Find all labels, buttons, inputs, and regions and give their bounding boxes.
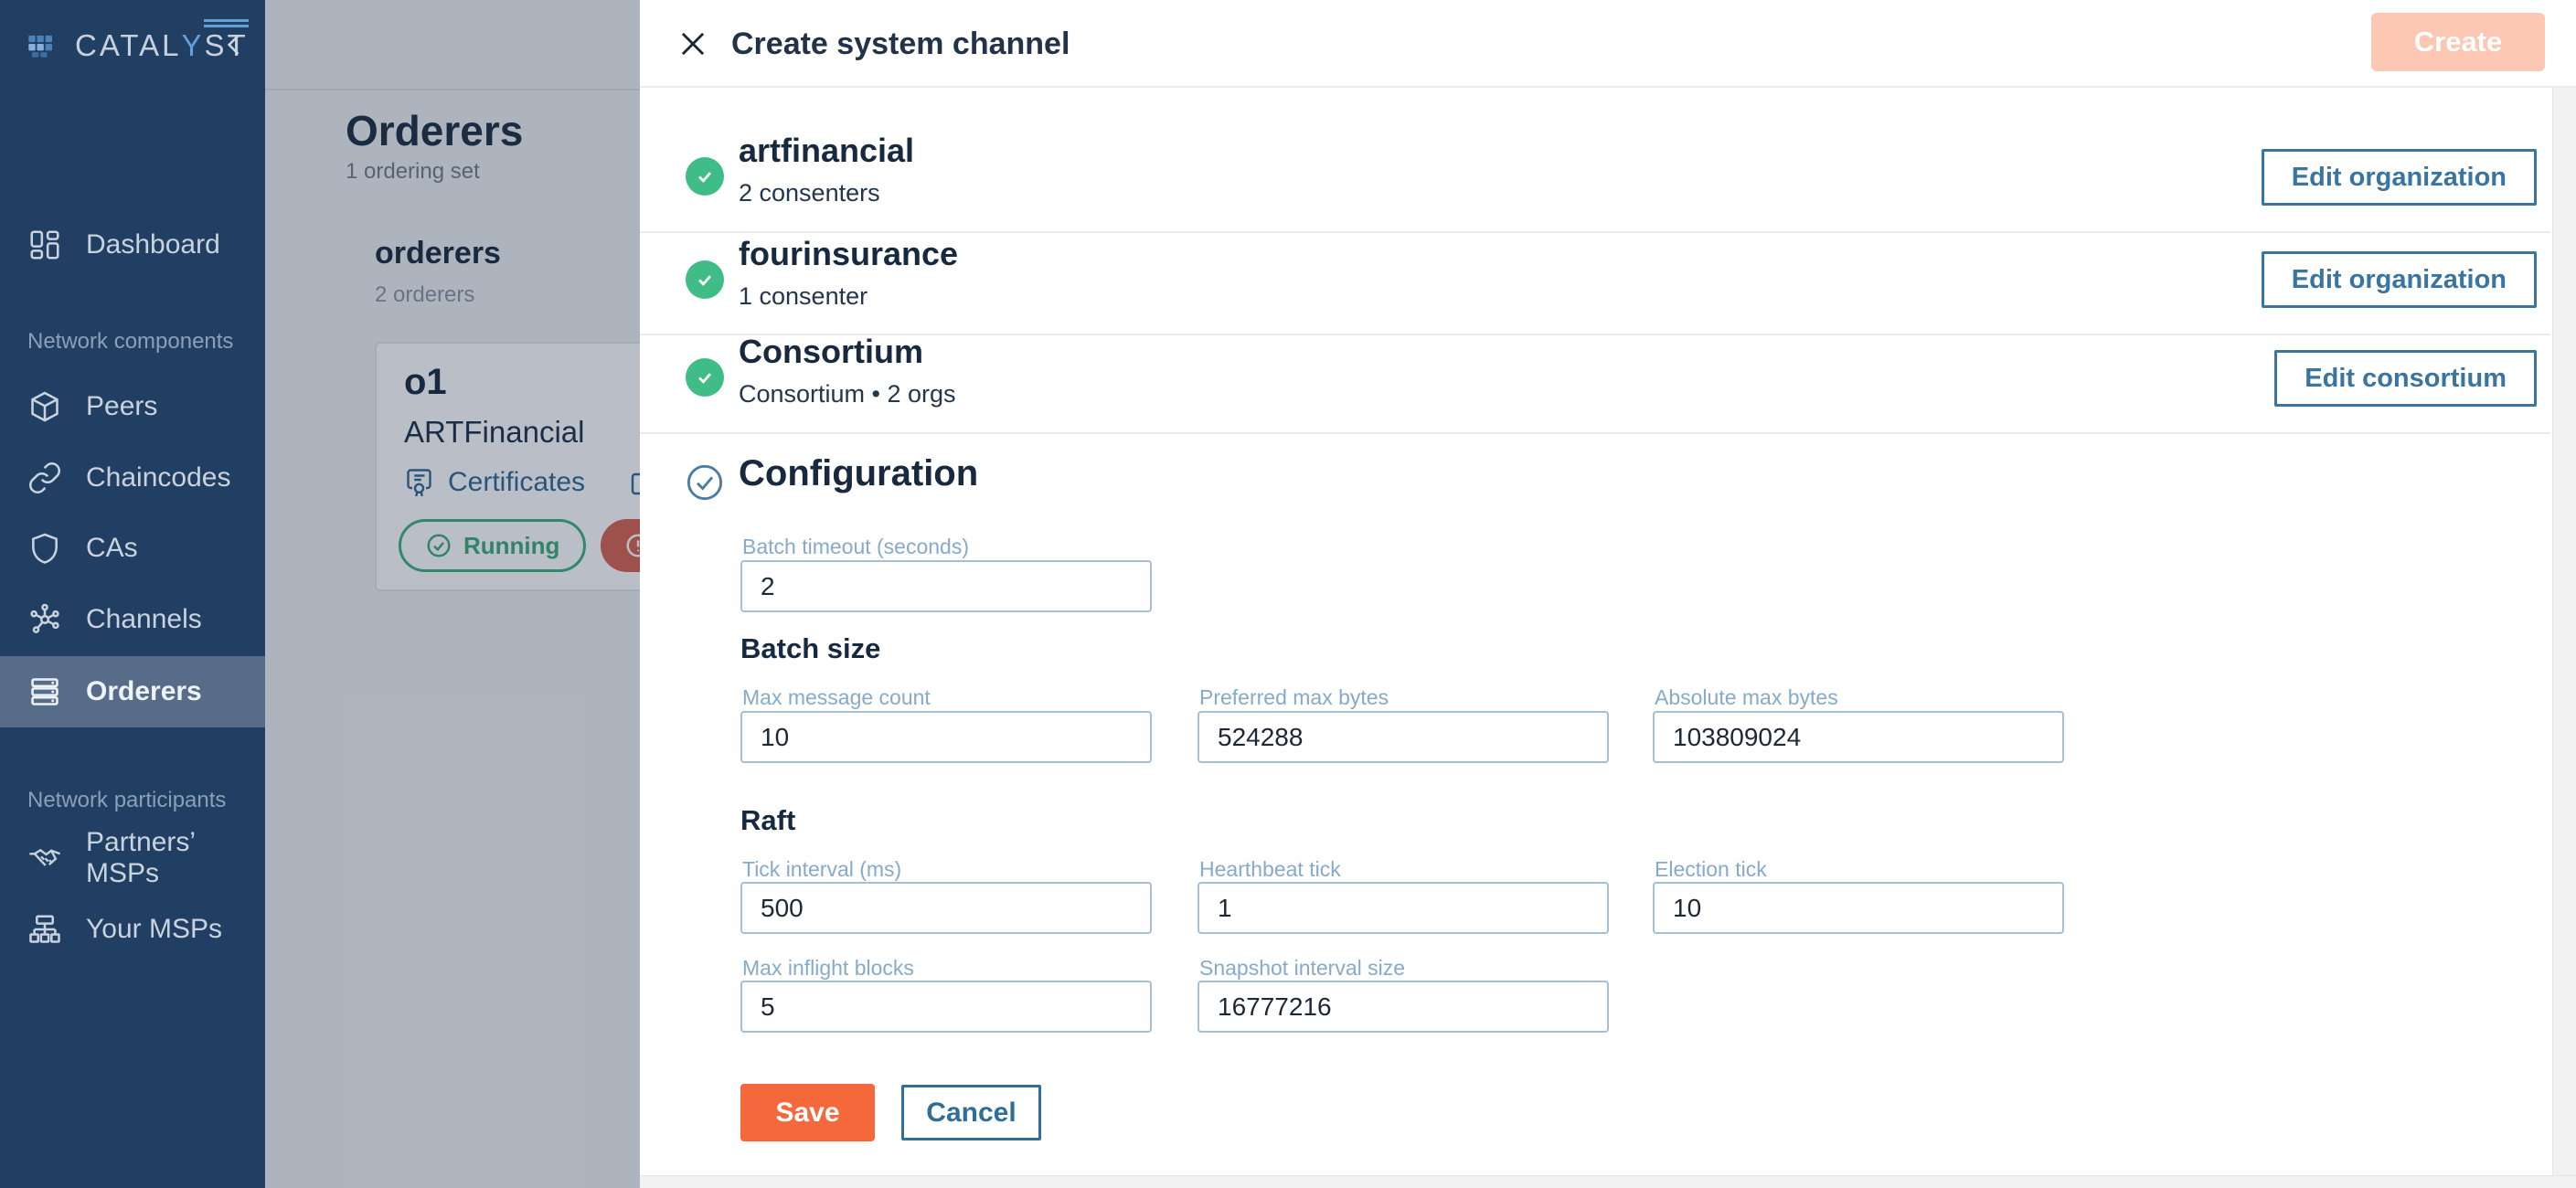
org-chart-icon bbox=[27, 912, 62, 947]
org-name: artfinancial bbox=[739, 132, 914, 170]
check-circle-icon bbox=[686, 358, 724, 397]
sidebar-item-peers[interactable]: Peers bbox=[0, 371, 265, 442]
raft-title: Raft bbox=[740, 804, 795, 837]
vertical-scrollbar[interactable] bbox=[2552, 88, 2576, 1175]
org-detail: 2 consenters bbox=[739, 179, 880, 207]
field-label-tick-interval: Tick interval (ms) bbox=[742, 857, 901, 882]
modal-title: Create system channel bbox=[731, 0, 1070, 88]
sidebar-section-participants: Network participants bbox=[27, 788, 226, 813]
shield-icon bbox=[27, 531, 62, 566]
edit-consortium-button[interactable]: Edit consortium bbox=[2274, 350, 2537, 407]
max-message-count-input[interactable] bbox=[740, 711, 1152, 763]
field-label-batch-timeout: Batch timeout (seconds) bbox=[742, 535, 969, 559]
sidebar-item-channels[interactable]: Channels bbox=[0, 584, 265, 655]
sidebar-item-label: Partners’ MSPs bbox=[86, 827, 265, 889]
sidebar-collapse-icon[interactable] bbox=[219, 29, 250, 65]
election-tick-input[interactable] bbox=[1653, 882, 2064, 934]
field-label-preferred-max-bytes: Preferred max bytes bbox=[1199, 685, 1389, 710]
edit-organization-button[interactable]: Edit organization bbox=[2262, 149, 2537, 206]
sidebar: CATALYST Dashboard Network components Pe… bbox=[0, 0, 265, 1188]
sidebar-item-label: CAs bbox=[86, 533, 138, 564]
sidebar-item-label: Dashboard bbox=[86, 229, 220, 260]
create-button[interactable]: Create bbox=[2371, 13, 2545, 71]
heartbeat-tick-input[interactable] bbox=[1198, 882, 1609, 934]
sidebar-item-orderers[interactable]: Orderers bbox=[0, 656, 265, 727]
batch-size-title: Batch size bbox=[740, 632, 880, 665]
org-detail: 1 consenter bbox=[739, 282, 868, 311]
consortium-detail: Consortium • 2 orgs bbox=[739, 380, 956, 408]
cube-icon bbox=[27, 389, 62, 424]
close-icon[interactable] bbox=[673, 24, 713, 64]
dashboard-icon bbox=[27, 228, 62, 262]
row-divider bbox=[640, 334, 2550, 335]
org-name: fourinsurance bbox=[739, 235, 958, 273]
configuration-title: Configuration bbox=[739, 453, 978, 494]
app-root: CATALYST Dashboard Network components Pe… bbox=[0, 0, 2576, 1188]
save-button[interactable]: Save bbox=[740, 1084, 875, 1141]
sidebar-item-label: Peers bbox=[86, 391, 157, 422]
modal-header: Create system channel Create bbox=[640, 0, 2576, 88]
sidebar-item-partners-msps[interactable]: Partners’ MSPs bbox=[0, 822, 265, 894]
sidebar-item-label: Chaincodes bbox=[86, 462, 230, 493]
handshake-icon bbox=[27, 841, 62, 875]
edit-organization-button[interactable]: Edit organization bbox=[2262, 251, 2537, 308]
field-label-election-tick: Election tick bbox=[1655, 857, 1767, 882]
absolute-max-bytes-input[interactable] bbox=[1653, 711, 2064, 763]
cancel-button[interactable]: Cancel bbox=[901, 1085, 1041, 1140]
sidebar-item-dashboard[interactable]: Dashboard bbox=[0, 209, 265, 281]
preferred-max-bytes-input[interactable] bbox=[1198, 711, 1609, 763]
server-stack-icon bbox=[27, 674, 62, 709]
snapshot-interval-size-input[interactable] bbox=[1198, 981, 1609, 1033]
field-label-heartbeat-tick: Hearthbeat tick bbox=[1199, 857, 1341, 882]
sidebar-item-cas[interactable]: CAs bbox=[0, 513, 265, 584]
field-label-snapshot-interval-size: Snapshot interval size bbox=[1199, 956, 1405, 981]
sidebar-item-label: Channels bbox=[86, 604, 202, 635]
check-circle-icon bbox=[686, 157, 724, 196]
field-label-max-inflight-blocks: Max inflight blocks bbox=[742, 956, 914, 981]
row-divider bbox=[640, 231, 2550, 233]
field-label-max-message-count: Max message count bbox=[742, 685, 931, 710]
tick-interval-input[interactable] bbox=[740, 882, 1152, 934]
sidebar-item-chaincodes[interactable]: Chaincodes bbox=[0, 442, 265, 514]
check-circle-icon bbox=[686, 260, 724, 299]
sidebar-item-label: Orderers bbox=[86, 676, 202, 707]
horizontal-scrollbar[interactable] bbox=[640, 1175, 2576, 1188]
sidebar-item-your-msps[interactable]: Your MSPs bbox=[0, 894, 265, 965]
check-circle-outline-icon bbox=[684, 461, 726, 508]
sidebar-section-components: Network components bbox=[27, 329, 233, 355]
batch-timeout-input[interactable] bbox=[740, 560, 1152, 612]
row-divider bbox=[640, 432, 2550, 434]
field-label-absolute-max-bytes: Absolute max bytes bbox=[1655, 685, 1838, 710]
create-system-channel-modal: Create system channel Create artfinancia… bbox=[640, 0, 2576, 1188]
catalyst-cube-icon bbox=[22, 24, 62, 69]
network-hub-icon bbox=[27, 602, 62, 637]
chain-link-icon bbox=[27, 461, 62, 495]
consortium-name: Consortium bbox=[739, 333, 923, 371]
sidebar-item-label: Your MSPs bbox=[86, 914, 222, 945]
max-inflight-blocks-input[interactable] bbox=[740, 981, 1152, 1033]
